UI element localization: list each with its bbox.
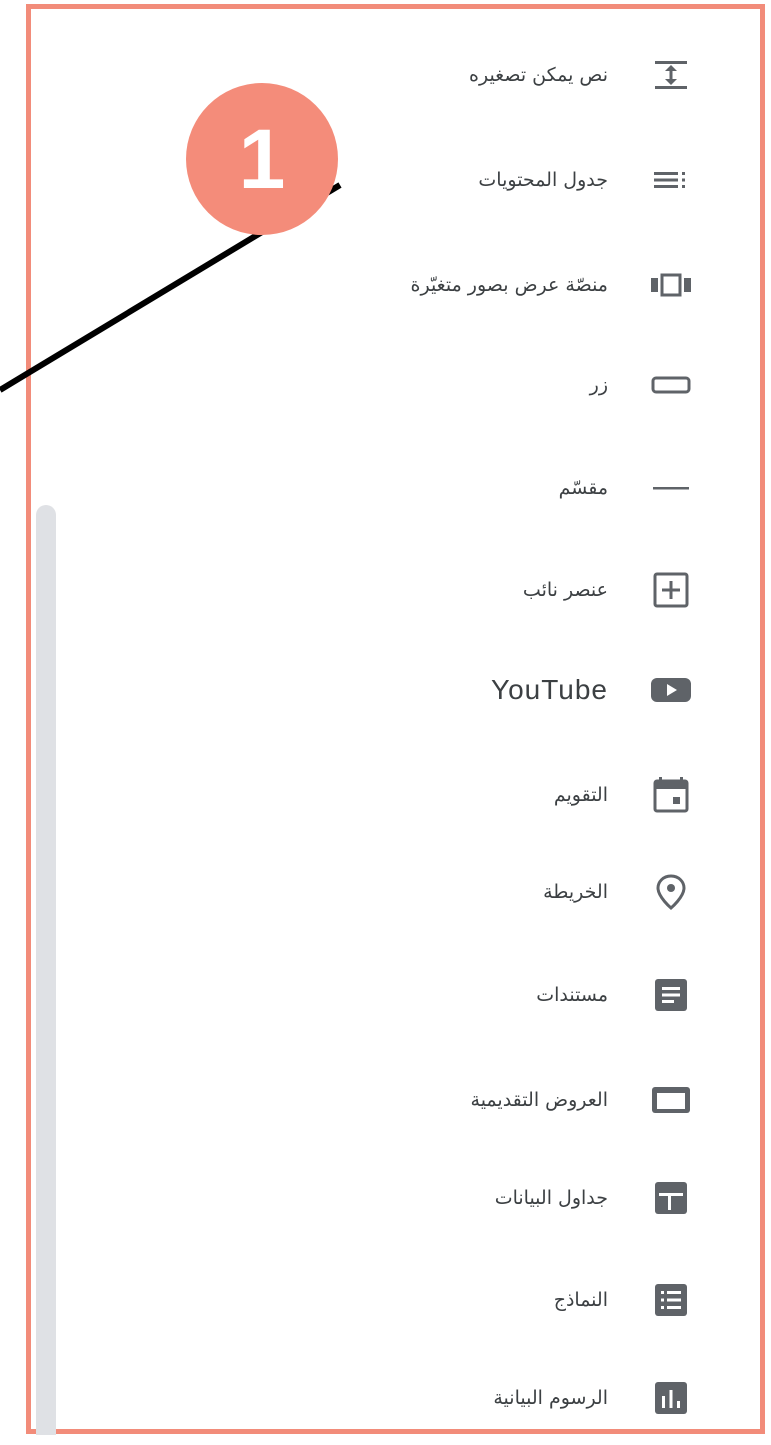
sheets-icon: [641, 1168, 701, 1228]
placeholder-icon: [641, 560, 701, 620]
youtube-icon: [641, 660, 701, 720]
menu-item-label: جدول المحتويات: [478, 169, 608, 191]
map-pin-icon: [641, 862, 701, 922]
menu-item-label: جداول البيانات: [494, 1187, 608, 1209]
menu-item-carousel[interactable]: منصّة عرض بصور متغيّرة: [411, 255, 702, 315]
menu-item-table-of-contents[interactable]: جدول المحتويات: [478, 150, 701, 210]
menu-item-map[interactable]: الخريطة: [543, 862, 701, 922]
menu-item-label: نص يمكن تصغيره: [469, 64, 608, 86]
callout-number-badge: 1: [186, 83, 338, 235]
menu-item-label: العروض التقديمية: [470, 1089, 608, 1111]
charts-icon: [641, 1368, 701, 1428]
menu-item-divider[interactable]: مقسّم: [559, 458, 701, 518]
calendar-icon: [641, 765, 701, 825]
menu-item-label: YouTube: [490, 674, 608, 705]
menu-item-charts[interactable]: الرسوم البيانية: [493, 1368, 701, 1428]
menu-item-label: مقسّم: [558, 477, 608, 499]
menu-item-calendar[interactable]: التقويم: [554, 765, 701, 825]
menu-item-label: عنصر نائب: [522, 579, 608, 601]
menu-item-label: التقويم: [553, 784, 608, 806]
menu-item-youtube[interactable]: YouTube: [491, 660, 701, 720]
scrollbar[interactable]: [36, 505, 56, 1435]
slides-icon: [641, 1070, 701, 1130]
button-icon: [641, 355, 701, 415]
menu-item-label: منصّة عرض بصور متغيّرة: [410, 274, 609, 296]
carousel-icon: [641, 255, 701, 315]
menu-item-docs[interactable]: مستندات: [536, 965, 701, 1025]
menu-item-label: الرسوم البيانية: [493, 1387, 608, 1409]
table-of-contents-icon: [641, 150, 701, 210]
menu-item-label: الخريطة: [543, 881, 608, 903]
menu-item-collapsible-text[interactable]: نص يمكن تصغيره: [469, 45, 701, 105]
menu-item-label: زر: [589, 374, 608, 396]
forms-icon: [641, 1270, 701, 1330]
divider-icon: [641, 458, 701, 518]
menu-item-button[interactable]: زر: [590, 355, 701, 415]
menu-item-forms[interactable]: النماذج: [554, 1270, 701, 1330]
menu-item-label: النماذج: [553, 1289, 608, 1311]
docs-icon: [641, 965, 701, 1025]
menu-item-sheets[interactable]: جداول البيانات: [495, 1168, 701, 1228]
menu-item-placeholder[interactable]: عنصر نائب: [523, 560, 701, 620]
menu-item-label: مستندات: [536, 984, 608, 1006]
menu-item-slides[interactable]: العروض التقديمية: [471, 1070, 701, 1130]
collapsible-text-icon: [641, 45, 701, 105]
